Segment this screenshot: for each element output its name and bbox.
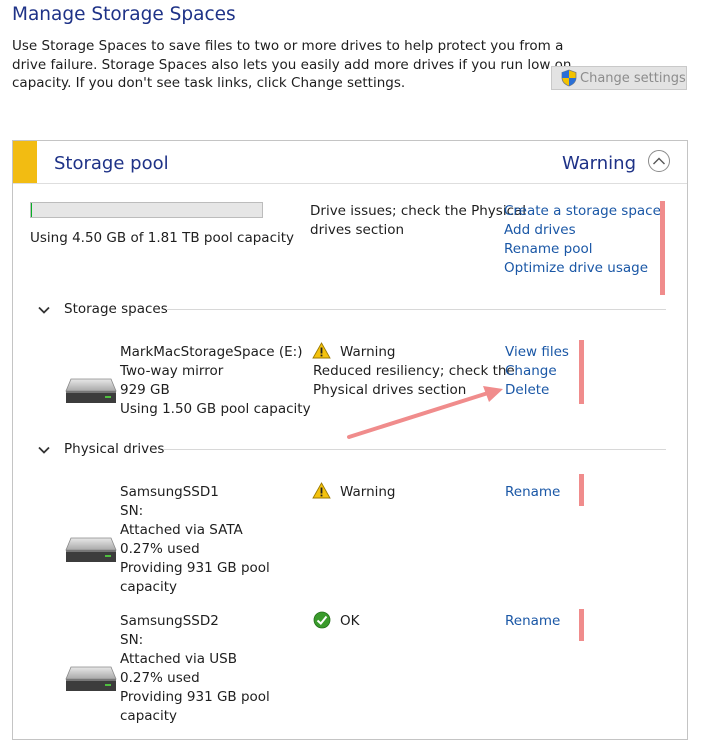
drive-connection: Attached via USB [120, 651, 238, 667]
storage-space-size: 929 GB [120, 382, 170, 398]
intro-line: Use Storage Spaces to save files to two … [12, 38, 564, 54]
annotation-marker [579, 474, 584, 506]
status-detail-line: Physical drives section [313, 382, 467, 398]
section-divider [166, 309, 666, 310]
storage-space-name: MarkMacStorageSpace (E:) [120, 344, 303, 360]
drive-providing: capacity [120, 708, 177, 724]
collapse-pool-button[interactable] [648, 150, 670, 172]
hard-drive-icon [65, 378, 117, 403]
hard-drive-icon [65, 666, 117, 691]
change-settings-label: Change settings [580, 70, 686, 86]
storage-space-links: View files Change Delete [505, 343, 569, 400]
drive-status: Warning [340, 484, 396, 500]
page-title: Manage Storage Spaces [12, 4, 236, 25]
rename-pool-link[interactable]: Rename pool [504, 240, 661, 259]
storage-space-status: Warning [340, 344, 396, 360]
annotation-marker [579, 609, 584, 641]
chevron-down-icon[interactable] [37, 305, 51, 315]
pool-capacity-bar [30, 202, 263, 218]
annotation-marker [579, 340, 584, 404]
storage-space-usage: Using 1.50 GB pool capacity [120, 401, 311, 417]
storage-space-status-detail: Reduced resiliency; check the Physical d… [313, 362, 515, 400]
optimize-drive-usage-link[interactable]: Optimize drive usage [504, 259, 661, 278]
add-drives-link[interactable]: Add drives [504, 221, 661, 240]
physical-drive-details: SamsungSSD1 SN: Attached via SATA 0.27% … [120, 483, 270, 597]
pool-issue-line: drives section [310, 222, 405, 238]
drive-connection: Attached via SATA [120, 522, 243, 538]
pool-capacity-fill [31, 203, 32, 217]
change-link[interactable]: Change [505, 362, 569, 381]
pool-status-stripe [13, 141, 37, 183]
drive-name: SamsungSSD2 [120, 613, 219, 629]
drive-status: OK [340, 613, 360, 629]
drive-used: 0.27% used [120, 541, 200, 557]
annotation-marker [660, 201, 665, 295]
drive-serial: SN: [120, 632, 144, 648]
storage-spaces-label: Storage spaces [64, 301, 168, 317]
status-detail-line: Reduced resiliency; check the [313, 363, 515, 379]
storage-pool-title: Storage pool [54, 153, 169, 174]
intro-line: drive failure. Storage Spaces also lets … [12, 56, 572, 73]
warning-icon [312, 482, 331, 499]
check-icon [313, 611, 331, 629]
pool-issue-text: Drive issues; check the Physical drives … [310, 202, 526, 240]
drive-serial: SN: [120, 503, 144, 519]
drive-used: 0.27% used [120, 670, 200, 686]
chevron-up-icon [653, 157, 665, 165]
hard-drive-icon [65, 537, 117, 562]
rename-drive-link[interactable]: Rename [505, 612, 560, 631]
physical-drives-label: Physical drives [64, 441, 165, 457]
pool-task-links: Create a storage space Add drives Rename… [504, 202, 661, 278]
storage-space-details: MarkMacStorageSpace (E:) Two-way mirror … [120, 343, 311, 419]
delete-link[interactable]: Delete [505, 381, 569, 400]
change-settings-button[interactable]: Change settings [551, 66, 687, 90]
create-storage-space-link[interactable]: Create a storage space [504, 202, 661, 221]
shield-icon [561, 69, 577, 87]
drive-providing: Providing 931 GB pool [120, 560, 270, 576]
pool-issue-line: Drive issues; check the Physical [310, 203, 527, 219]
warning-icon [312, 342, 331, 359]
intro-line: capacity. If you don't see task links, c… [12, 75, 406, 91]
storage-pool-status: Warning [562, 153, 637, 174]
drive-providing: capacity [120, 579, 177, 595]
rename-drive-link[interactable]: Rename [505, 483, 560, 502]
intro-text: Use Storage Spaces to save files to two … [12, 37, 572, 93]
drive-name: SamsungSSD1 [120, 484, 219, 500]
section-divider [164, 449, 666, 450]
physical-drive-details: SamsungSSD2 SN: Attached via USB 0.27% u… [120, 612, 270, 726]
drive-providing: Providing 931 GB pool [120, 689, 270, 705]
chevron-down-icon[interactable] [37, 445, 51, 455]
pool-capacity-text: Using 4.50 GB of 1.81 TB pool capacity [30, 230, 295, 246]
storage-space-type: Two-way mirror [120, 363, 224, 379]
view-files-link[interactable]: View files [505, 343, 569, 362]
